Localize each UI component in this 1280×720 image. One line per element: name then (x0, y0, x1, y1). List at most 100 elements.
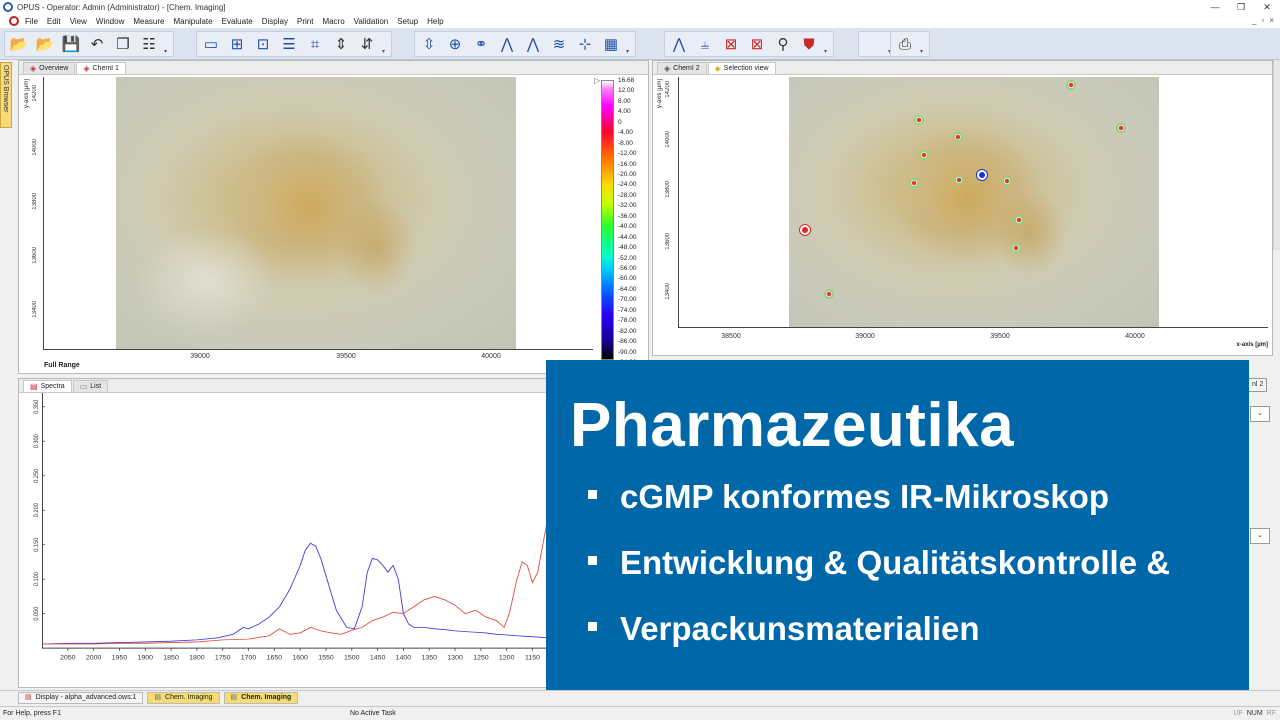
x-tick-label: 1300 (447, 655, 463, 662)
tab-chemi-1[interactable]: ◈ ChemI 1 (76, 62, 126, 74)
close-button[interactable]: ✕ (1254, 0, 1280, 14)
settings-sliders-icon[interactable]: ☷ (138, 33, 160, 55)
x-tick-label: 1500 (344, 655, 360, 662)
banner-bullet-list: cGMP konformes IR-Mikroskop Entwicklung … (588, 478, 1170, 676)
toolbar-overflow-icon[interactable]: ▾ (824, 33, 830, 55)
doc-tab-chem-imaging[interactable]: ▤ Chem. Imaging (147, 691, 220, 704)
selection-point-marker[interactable] (1014, 215, 1024, 225)
mdi-close-button[interactable]: × (1269, 14, 1274, 28)
doc-tab-display[interactable]: ▤ Display - alpha_advanced.ows:1 (18, 691, 144, 704)
menu-help[interactable]: Help (427, 17, 443, 26)
menu-window[interactable]: Window (96, 17, 124, 26)
grid-arrows-icon[interactable]: ⊹ (574, 33, 596, 55)
menu-evaluate[interactable]: Evaluate (222, 17, 253, 26)
validate-icon[interactable]: ⛊ (798, 33, 820, 55)
chemi-2-button[interactable]: nl 2 (1248, 378, 1268, 392)
menu-view[interactable]: View (70, 17, 87, 26)
spectrum-display-icon[interactable]: ▭ (200, 33, 222, 55)
wave-icon[interactable]: ≋ (548, 33, 570, 55)
menu-validation[interactable]: Validation (354, 17, 389, 26)
menu-manipulate[interactable]: Manipulate (173, 17, 212, 26)
crosshair-spectrum-icon[interactable]: ⊞ (226, 33, 248, 55)
toolbar-group-scaling: ⇳ ⊕ ⚭ ⋀ ⋀ ≋ ⊹ ▦ ▾ (414, 31, 636, 57)
table-view-icon[interactable]: ☰ (278, 33, 300, 55)
tab-overview[interactable]: ◈ Overview (23, 62, 76, 74)
menu-measure[interactable]: Measure (133, 17, 164, 26)
color-scale-tick: -44.00 (618, 233, 637, 241)
open-folder-arrow-icon[interactable]: 📂 (34, 33, 56, 55)
peak-table-icon[interactable]: ⫨ (694, 33, 716, 55)
y-tick: 14200 (665, 81, 671, 98)
shift-arrows-icon[interactable]: ⇵ (356, 33, 378, 55)
toolbar-group-evaluate: ⋀ ⫨ ⊠ ⊠ ⚲ ⛊ ▾ (664, 31, 834, 57)
spectra-chart[interactable]: 2050 2000 1950 1900 1850 1800 1750 1700 1650 1600… (34, 393, 549, 665)
selected-point-marker-blue[interactable] (977, 170, 987, 180)
minimize-button[interactable]: — (1202, 0, 1228, 14)
peak-pick-icon[interactable]: ⋀ (668, 33, 690, 55)
selection-point-marker[interactable] (1066, 80, 1076, 90)
selection-point-marker[interactable] (1002, 176, 1012, 186)
menu-setup[interactable]: Setup (397, 17, 418, 26)
mdi-minimize-button[interactable]: _ (1252, 14, 1256, 28)
search-icon[interactable]: ⚲ (772, 33, 794, 55)
dropdown-select[interactable]: ⌄ (1250, 528, 1270, 544)
report-check-icon[interactable]: ⊠ (746, 33, 768, 55)
selection-point-marker[interactable] (824, 289, 834, 299)
peaks-blue-icon[interactable]: ⋀ (496, 33, 518, 55)
menu-edit[interactable]: Edit (47, 17, 61, 26)
menu-macro[interactable]: Macro (322, 17, 344, 26)
menu-print[interactable]: Print (297, 17, 313, 26)
scale-vertical-icon[interactable]: ⇳ (418, 33, 440, 55)
y-tick-label: 0.250 (34, 469, 40, 483)
save-icon[interactable]: 💾 (60, 33, 82, 55)
dropdown-select[interactable]: ⌄ (1250, 406, 1270, 422)
restore-button[interactable]: ❐ (1228, 0, 1254, 14)
selected-point-marker-red[interactable] (800, 225, 810, 235)
peaks-arrow-icon[interactable]: ⋀ (522, 33, 544, 55)
axis-icon[interactable]: ⌗ (304, 33, 326, 55)
toolbar-overflow-icon[interactable]: ▾ (626, 33, 632, 55)
document-icon[interactable] (9, 16, 19, 26)
full-range-label[interactable]: Full Range (44, 362, 80, 369)
color-scale-bar[interactable] (601, 80, 614, 360)
tab-list[interactable]: ▭ List (72, 380, 109, 392)
selection-point-marker[interactable] (1116, 123, 1126, 133)
color-scale-tick: -74.00 (618, 306, 637, 314)
open-folder-icon[interactable]: 📂 (8, 33, 30, 55)
print-setup-icon[interactable]: ⎙ (894, 33, 916, 55)
selection-point-marker[interactable] (953, 132, 963, 142)
color-scale-tick: -82.00 (618, 327, 637, 335)
y-axis-line (43, 77, 44, 349)
vertical-scrollbar[interactable] (1273, 60, 1280, 250)
toolbar-overflow-icon[interactable]: ▾ (382, 33, 388, 55)
tab-spectra[interactable]: ▤ Spectra (23, 380, 72, 392)
selection-point-marker[interactable] (1011, 243, 1021, 253)
selection-point-marker[interactable] (954, 175, 964, 185)
mdi-restore-button[interactable]: ▫ (1261, 14, 1264, 28)
selection-point-marker[interactable] (919, 150, 929, 160)
link-icon[interactable]: ⚭ (470, 33, 492, 55)
blank-icon[interactable] (862, 33, 884, 55)
report-icon[interactable]: ⊠ (720, 33, 742, 55)
copy-windows-icon[interactable]: ❐ (112, 33, 134, 55)
peak-spectrum-icon[interactable]: ⊡ (252, 33, 274, 55)
opus-browser-tab[interactable]: OPUS Browser (0, 62, 12, 128)
menu-file[interactable]: File (25, 17, 38, 26)
scale-pointer-icon[interactable]: ▷ (594, 76, 600, 85)
selection-image[interactable] (789, 77, 1159, 327)
grid-fit-icon[interactable]: ⊕ (444, 33, 466, 55)
doc-tab-chem-imaging-active[interactable]: ▤ Chem. Imaging (223, 691, 299, 704)
tab-chemi-2[interactable]: ◈ ChemI 2 (657, 62, 707, 74)
calculator-icon[interactable]: ▦ (600, 33, 622, 55)
zoom-arrows-icon[interactable]: ⇕ (330, 33, 352, 55)
menu-display[interactable]: Display (262, 17, 288, 26)
selection-point-marker[interactable] (914, 115, 924, 125)
toolbar-overflow-icon[interactable]: ▾ (164, 33, 170, 55)
selection-point-marker[interactable] (909, 178, 919, 188)
image-region (992, 189, 1067, 277)
tab-selection-view[interactable]: ◈ Selection view (707, 62, 776, 74)
toolbar-overflow-icon[interactable]: ▾ (920, 33, 926, 55)
microscope-image[interactable] (116, 77, 516, 349)
undo-icon[interactable]: ↶ (86, 33, 108, 55)
document-tabs: ▤ Display - alpha_advanced.ows:1 ▤ Chem. I… (0, 690, 1280, 704)
